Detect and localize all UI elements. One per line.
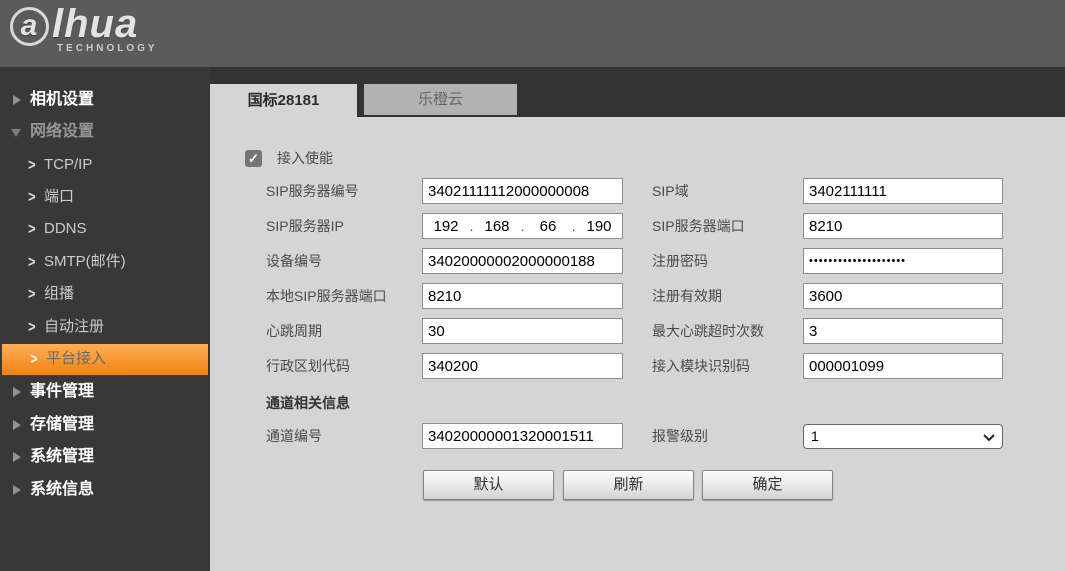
chevron-right-icon: > xyxy=(28,211,36,247)
sidebar-item-label: 平台接入 xyxy=(46,344,106,374)
device-id-input[interactable] xyxy=(422,248,623,274)
enable-checkbox[interactable]: ✓ xyxy=(245,150,262,167)
triangle-right-icon xyxy=(13,387,21,397)
triangle-right-icon xyxy=(13,95,21,105)
admin-region-code-input[interactable] xyxy=(422,353,623,379)
ip-octet-2[interactable]: 168 xyxy=(474,218,520,235)
sidebar-item-storage-management[interactable]: 存储管理 xyxy=(0,410,210,440)
register-validity-input[interactable] xyxy=(803,283,1003,309)
sidebar-item-label: 事件管理 xyxy=(30,377,94,407)
sidebar-item-label: 相机设置 xyxy=(30,85,94,115)
logo-tagline: TECHNOLOGY xyxy=(57,43,158,54)
register-validity-label: 注册有效期 xyxy=(652,283,722,309)
heartbeat-period-input[interactable] xyxy=(422,318,623,344)
tab-gb28181[interactable]: 国标28181 xyxy=(210,84,357,117)
chevron-right-icon: > xyxy=(28,179,36,215)
sidebar-item-label: 存储管理 xyxy=(30,410,94,440)
sidebar-item-label: 自动注册 xyxy=(44,312,104,342)
sip-domain-label: SIP域 xyxy=(652,178,689,204)
sidebar-item-auto-register[interactable]: > 自动注册 xyxy=(0,312,210,342)
sidebar-item-ddns[interactable]: > DDNS xyxy=(0,214,210,244)
heartbeat-period-label: 心跳周期 xyxy=(266,318,322,344)
sidebar-item-label: DDNS xyxy=(44,214,87,244)
tab-strip: 国标28181 乐橙云 xyxy=(210,67,1065,117)
access-module-id-label: 接入模块识别码 xyxy=(652,353,750,379)
sip-domain-input[interactable] xyxy=(803,178,1003,204)
triangle-right-icon xyxy=(13,420,21,430)
chevron-down-icon xyxy=(983,434,995,442)
logo-rest: lhua xyxy=(52,2,138,46)
local-sip-port-input[interactable] xyxy=(422,283,623,309)
sidebar-item-label: 系统管理 xyxy=(30,442,94,472)
chevron-right-icon: > xyxy=(28,244,36,280)
channel-id-input[interactable] xyxy=(422,423,623,449)
access-module-id-input[interactable] xyxy=(803,353,1003,379)
alarm-level-value: 1 xyxy=(811,428,819,444)
chevron-right-icon: > xyxy=(30,341,38,377)
register-password-input[interactable] xyxy=(803,248,1003,274)
sidebar-item-smtp[interactable]: > SMTP(邮件) xyxy=(0,247,210,277)
refresh-button[interactable]: 刷新 xyxy=(563,470,694,500)
chevron-right-icon: > xyxy=(28,147,36,183)
triangle-down-icon xyxy=(11,129,21,137)
sidebar-item-platform-access[interactable]: > 平台接入 xyxy=(2,344,208,375)
sip-server-port-label: SIP服务器端口 xyxy=(652,213,745,239)
sidebar-item-tcpip[interactable]: > TCP/IP xyxy=(0,150,210,180)
sip-server-ip-label: SIP服务器IP xyxy=(266,213,344,239)
tab-lechengyun[interactable]: 乐橙云 xyxy=(364,84,517,115)
max-heartbeat-timeout-input[interactable] xyxy=(803,318,1003,344)
admin-region-code-label: 行政区划代码 xyxy=(266,353,350,379)
sidebar-item-multicast[interactable]: > 组播 xyxy=(0,279,210,309)
triangle-right-icon xyxy=(13,485,21,495)
sidebar-item-label: 系统信息 xyxy=(30,475,94,505)
sidebar-item-label: TCP/IP xyxy=(44,150,92,180)
sip-server-ip-input[interactable]: 192 . 168 . 66 . 190 xyxy=(422,213,623,239)
register-password-label: 注册密码 xyxy=(652,248,708,274)
sidebar-item-system-management[interactable]: 系统管理 xyxy=(0,442,210,472)
local-sip-port-label: 本地SIP服务器端口 xyxy=(266,283,387,309)
enable-label: 接入使能 xyxy=(277,150,333,167)
chevron-right-icon: > xyxy=(28,309,36,345)
dahua-logo: alhua TECHNOLOGY xyxy=(10,2,158,54)
sidebar: 相机设置 网络设置 > TCP/IP > 端口 > DDNS > SMTP(邮件… xyxy=(0,67,210,571)
alarm-level-label: 报警级别 xyxy=(652,423,708,449)
header-bar: alhua TECHNOLOGY xyxy=(0,0,1065,67)
sip-server-id-input[interactable] xyxy=(422,178,623,204)
sidebar-item-label: 网络设置 xyxy=(30,117,94,147)
max-heartbeat-timeout-label: 最大心跳超时次数 xyxy=(652,318,764,344)
sidebar-item-camera-settings[interactable]: 相机设置 xyxy=(0,85,210,115)
alarm-level-select[interactable]: 1 xyxy=(803,424,1003,449)
sidebar-item-label: 端口 xyxy=(44,182,74,212)
channel-section-header: 通道相关信息 xyxy=(266,393,350,413)
sidebar-item-label: SMTP(邮件) xyxy=(44,247,126,277)
main-content: ✓ 接入使能 SIP服务器编号 SIP域 SIP服务器IP 192 . 168 … xyxy=(210,117,1065,571)
sip-server-port-input[interactable] xyxy=(803,213,1003,239)
ip-octet-4[interactable]: 190 xyxy=(576,218,622,235)
confirm-button[interactable]: 确定 xyxy=(702,470,833,500)
device-id-label: 设备编号 xyxy=(266,248,322,274)
sidebar-item-event-management[interactable]: 事件管理 xyxy=(0,377,210,407)
ip-octet-3[interactable]: 66 xyxy=(525,218,571,235)
channel-id-label: 通道编号 xyxy=(266,423,322,449)
logo-a-ring: a xyxy=(10,7,49,46)
sidebar-item-network-settings[interactable]: 网络设置 xyxy=(0,117,210,147)
chevron-right-icon: > xyxy=(28,276,36,312)
sidebar-item-system-info[interactable]: 系统信息 xyxy=(0,475,210,505)
logo-wordmark: alhua xyxy=(10,2,158,46)
sidebar-item-label: 组播 xyxy=(44,279,74,309)
default-button[interactable]: 默认 xyxy=(423,470,554,500)
sip-server-id-label: SIP服务器编号 xyxy=(266,178,359,204)
sidebar-item-port[interactable]: > 端口 xyxy=(0,182,210,212)
ip-octet-1[interactable]: 192 xyxy=(423,218,469,235)
triangle-right-icon xyxy=(13,452,21,462)
